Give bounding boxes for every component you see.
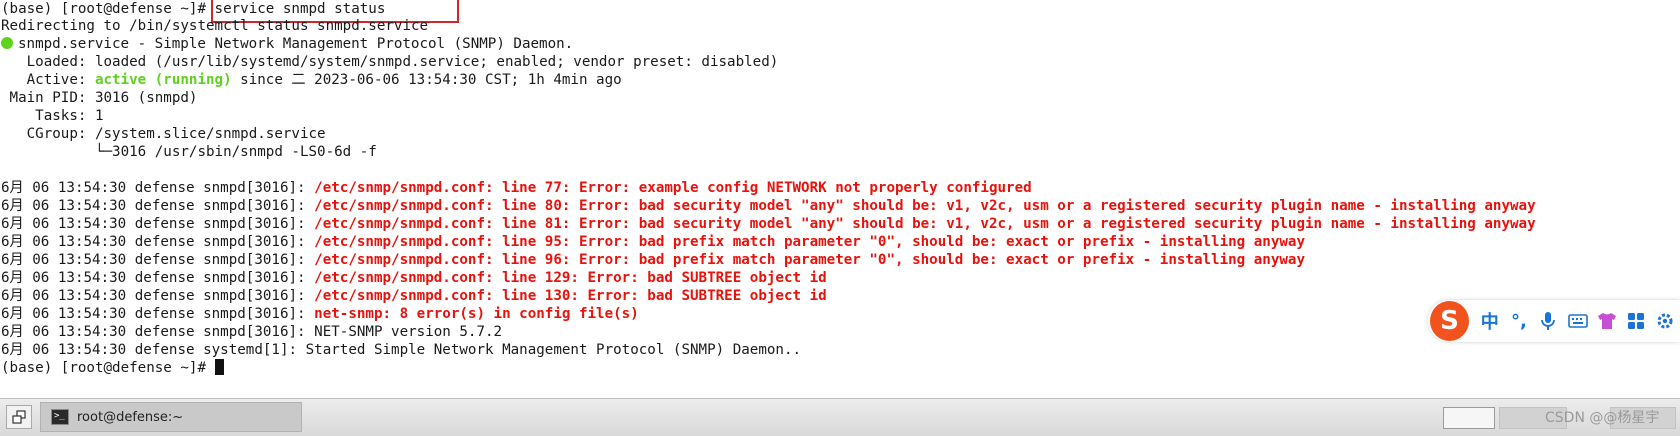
log-line: 6月 06 13:54:30 defense snmpd[3016]: /etc…	[1, 216, 1536, 232]
show-desktop-button[interactable]	[6, 405, 32, 429]
active-state: active (running)	[94, 72, 232, 88]
settings-icon[interactable]	[1651, 306, 1680, 336]
log-line: 6月 06 13:54:30 defense snmpd[3016]: net-…	[1, 306, 639, 322]
taskbar: >_ root@defense:~ CSDN @@杨星宇	[0, 398, 1680, 436]
log-line: 6月 06 13:54:30 defense snmpd[3016]: /etc…	[1, 252, 1305, 268]
windows-stack-icon	[12, 410, 26, 424]
apps-grid-icon[interactable]	[1621, 306, 1650, 336]
service-title-line: snmpd.service - Simple Network Managemen…	[1, 35, 573, 53]
skin-shirt-icon[interactable]	[1592, 306, 1621, 336]
ime-toolbar[interactable]: S 中 °,	[1428, 300, 1680, 342]
terminal-window[interactable]: (base) [root@defense ~]# service snmpd s…	[0, 0, 1680, 398]
text-cursor	[214, 359, 224, 375]
chinese-mode-toggle[interactable]: 中	[1475, 306, 1504, 336]
log-line: 6月 06 13:54:30 defense snmpd[3016]: /etc…	[1, 198, 1536, 214]
log-line: 6月 06 13:54:30 defense snmpd[3016]: /etc…	[1, 234, 1305, 250]
prompt: (base) [root@defense ~]#	[1, 1, 215, 17]
terminal-icon: >_	[51, 409, 69, 425]
sogou-logo-icon[interactable]: S	[1430, 301, 1470, 341]
command-text: service snmpd status	[214, 1, 386, 17]
loaded-line: Loaded: loaded (/usr/lib/systemd/system/…	[1, 54, 779, 70]
main-pid-line: Main PID: 3016 (snmpd)	[1, 90, 198, 106]
punctuation-toggle[interactable]: °,	[1504, 306, 1533, 336]
redirect-line: Redirecting to /bin/systemctl status snm…	[1, 18, 429, 34]
cgroup-child-line: └─3016 /usr/sbin/snmpd -LS0-6d -f	[1, 144, 377, 160]
taskbar-window-label: root@defense:~	[77, 409, 184, 425]
status-dot-icon	[1, 37, 13, 49]
log-line: 6月 06 13:54:30 defense snmpd[3016]: NET-…	[1, 324, 503, 340]
cgroup-line: CGroup: /system.slice/snmpd.service	[1, 126, 326, 142]
log-line: 6月 06 13:54:30 defense snmpd[3016]: /etc…	[1, 180, 1032, 196]
csdn-watermark: CSDN @@杨星宇	[1545, 410, 1660, 426]
final-prompt-line[interactable]: (base) [root@defense ~]#	[1, 359, 224, 377]
microphone-icon[interactable]	[1534, 306, 1563, 336]
workspace-1[interactable]	[1443, 407, 1495, 429]
log-line: 6月 06 13:54:30 defense snmpd[3016]: /etc…	[1, 270, 827, 286]
keyboard-icon[interactable]	[1563, 306, 1592, 336]
tasks-line: Tasks: 1	[1, 108, 104, 124]
command-line: (base) [root@defense ~]# service snmpd s…	[1, 0, 385, 18]
active-line: Active: active (running) since 二 2023-06…	[1, 72, 622, 88]
log-line: 6月 06 13:54:30 defense snmpd[3016]: /etc…	[1, 288, 827, 304]
taskbar-terminal-button[interactable]: >_ root@defense:~	[40, 402, 302, 432]
log-line: 6月 06 13:54:30 defense systemd[1]: Start…	[1, 342, 802, 358]
